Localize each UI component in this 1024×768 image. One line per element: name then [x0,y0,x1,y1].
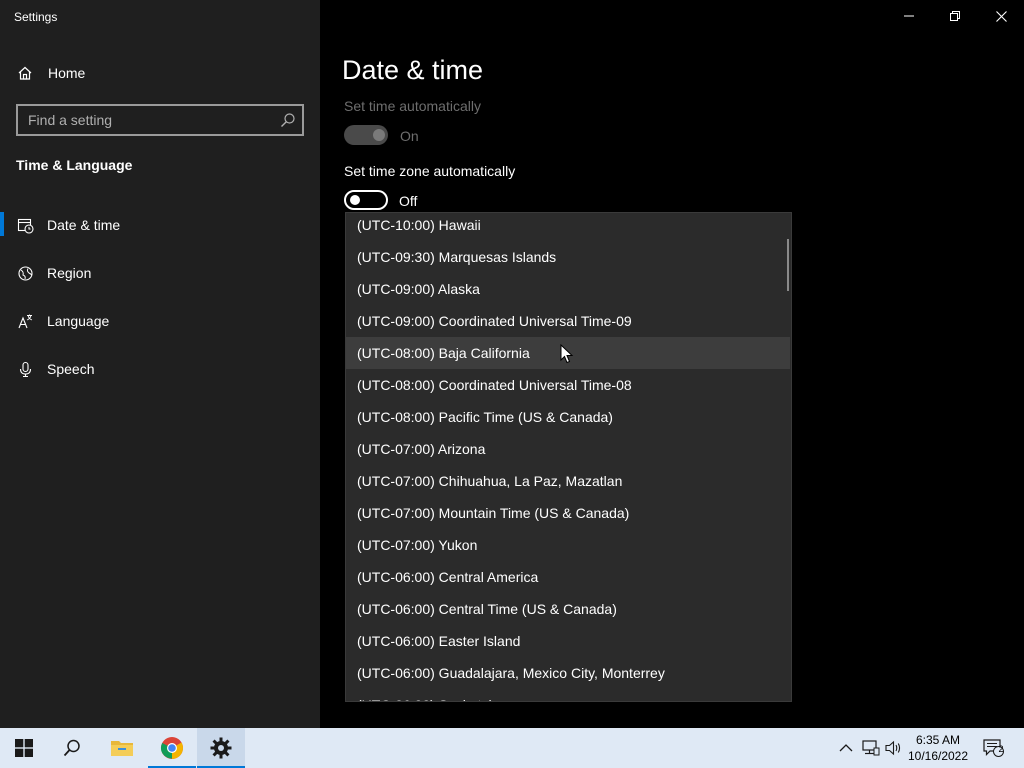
notifications-button[interactable]: 2 [982,738,1006,758]
file-explorer-button[interactable] [98,728,146,768]
section-title: Time & Language [16,157,133,173]
windows-logo-icon [15,739,33,757]
timezone-option[interactable]: (UTC-06:00) Central Time (US & Canada) [346,593,790,625]
sidebar-item-label: Region [47,265,92,281]
sidebar-item-language[interactable]: Language [0,301,320,341]
sidebar: Settings Home Time & Language Date & tim… [0,0,320,728]
folder-icon [111,741,133,756]
timezone-option[interactable]: (UTC-09:00) Coordinated Universal Time-0… [346,305,790,337]
notification-count-badge: 2 [998,744,1004,754]
search-icon[interactable] [280,112,296,128]
timezone-option[interactable]: (UTC-06:00) Easter Island [346,625,790,657]
language-icon [16,312,34,330]
set-time-auto-state: On [400,128,419,144]
close-button[interactable] [978,0,1024,32]
taskbar-search-button[interactable] [48,728,96,768]
settings-window: Settings Home Time & Language Date & tim… [0,0,1024,728]
globe-icon [16,264,34,282]
sidebar-item-label: Speech [47,361,95,377]
timezone-option[interactable]: (UTC-08:00) Pacific Time (US & Canada) [346,401,790,433]
sidebar-item-speech[interactable]: Speech [0,349,320,389]
restore-icon [950,11,960,21]
mouse-cursor-icon [560,344,574,364]
sidebar-item-region[interactable]: Region [0,253,320,293]
restore-button[interactable] [932,0,978,32]
home-icon [16,64,34,82]
home-label: Home [48,65,86,81]
clock-date: 10/16/2022 [907,749,969,763]
page-title: Date & time [342,55,484,85]
network-icon[interactable] [861,738,881,758]
minimize-button[interactable] [886,0,932,32]
set-timezone-auto-toggle[interactable] [344,190,388,210]
clock-time: 6:35 AM [915,733,961,747]
timezone-option[interactable]: (UTC-10:00) Hawaii [346,213,790,241]
toggle-knob [373,129,385,141]
app-title: Settings [14,10,58,24]
set-timezone-auto-label: Set time zone automatically [344,163,516,179]
taskbar-clock[interactable]: 6:35 AM 10/16/2022 [904,732,972,764]
timezone-option[interactable]: (UTC-06:00) Central America [346,561,790,593]
timezone-option[interactable]: (UTC-06:00) Saskatchewan [346,689,790,701]
search-box [16,104,304,136]
minimize-icon [904,15,914,17]
timezone-option[interactable]: (UTC-07:00) Chihuahua, La Paz, Mazatlan [346,465,790,497]
settings-taskbar-button[interactable] [197,728,245,768]
search-input[interactable] [18,106,276,134]
sidebar-item-label: Language [47,313,110,329]
timezone-option[interactable]: (UTC-09:00) Alaska [346,273,790,305]
timezone-option[interactable]: (UTC-07:00) Arizona [346,433,790,465]
set-time-auto-label: Set time automatically [344,98,481,114]
timezone-option[interactable]: (UTC-07:00) Yukon [346,529,790,561]
sidebar-item-label: Date & time [47,217,121,233]
timezone-option[interactable]: (UTC-06:00) Guadalajara, Mexico City, Mo… [346,657,790,689]
set-timezone-auto-state: Off [399,193,418,209]
calendar-clock-icon [16,216,34,234]
close-icon [995,10,1007,22]
microphone-icon [16,360,34,378]
timezone-option[interactable]: (UTC-09:30) Marquesas Islands [346,241,790,273]
volume-icon[interactable] [884,738,904,758]
chrome-button[interactable] [148,728,196,768]
sidebar-item-date-time[interactable]: Date & time [0,205,320,245]
gear-icon [210,737,232,759]
set-time-auto-toggle[interactable] [344,125,388,145]
timezone-option[interactable]: (UTC-07:00) Mountain Time (US & Canada) [346,497,790,529]
tray-chevron-up-icon[interactable] [836,738,856,758]
sidebar-item-home[interactable]: Home [0,53,320,93]
start-button[interactable] [0,728,48,768]
taskbar: 6:35 AM 10/16/2022 2 [0,728,1024,768]
timezone-dropdown[interactable]: (UTC-10:00) Hawaii (UTC-09:30) Marquesas … [345,212,792,702]
scrollbar-thumb[interactable] [787,239,789,291]
chrome-icon [161,737,183,759]
search-icon [63,739,80,757]
timezone-option[interactable]: (UTC-08:00) Coordinated Universal Time-0… [346,369,790,401]
toggle-knob [350,195,360,205]
